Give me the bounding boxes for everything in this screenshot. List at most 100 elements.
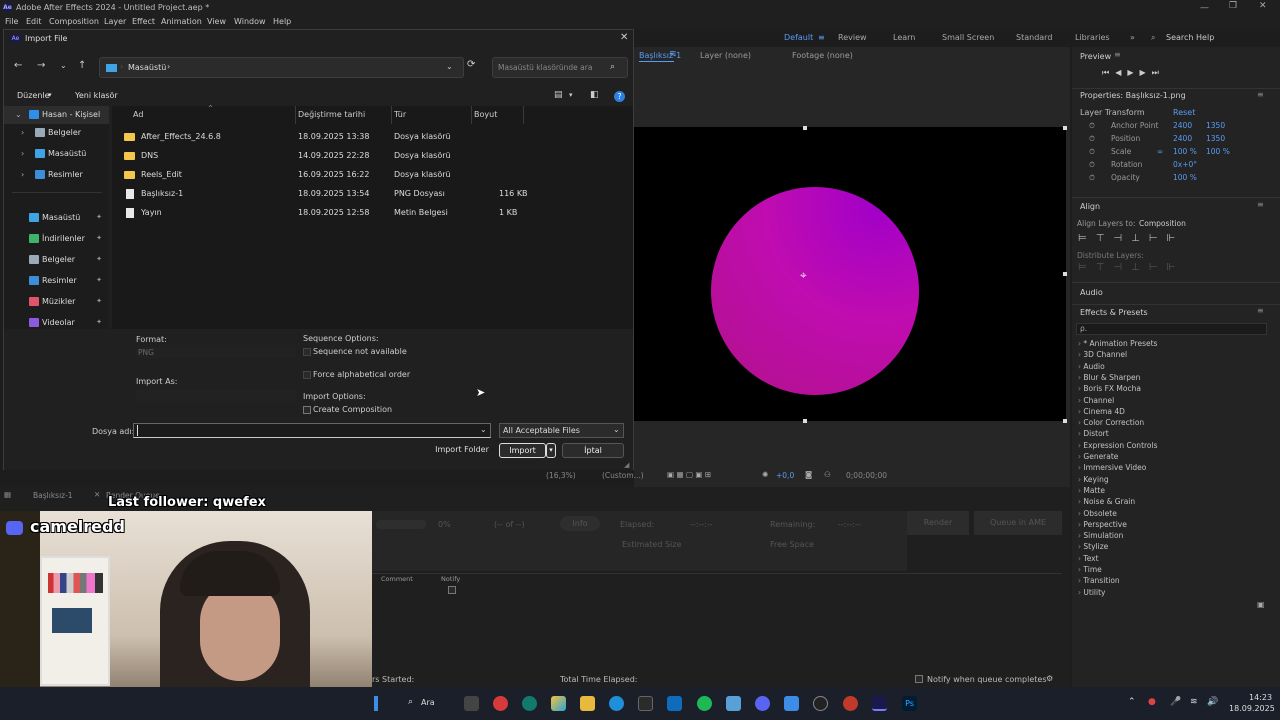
anchor-point-icon[interactable]: ⌖ xyxy=(800,268,807,283)
effect-category[interactable]: Audio xyxy=(1078,362,1104,371)
import-as-select[interactable] xyxy=(136,390,296,401)
expand-chevron-icon[interactable]: › xyxy=(21,170,24,179)
close-window-icon[interactable]: ✕ xyxy=(1259,1,1267,11)
filter-dropdown-icon[interactable]: ⌄ xyxy=(613,425,620,434)
nav-item-8[interactable]: Müzikler ✦ xyxy=(4,293,109,311)
effect-category[interactable]: Text xyxy=(1078,554,1098,563)
column-date[interactable]: Değiştirme tarihi xyxy=(298,110,365,119)
pin-icon[interactable]: ✦ xyxy=(96,234,102,242)
menu-help[interactable]: Help xyxy=(273,17,291,26)
column-size[interactable]: Boyut xyxy=(474,110,497,119)
create-composition-checkbox[interactable] xyxy=(303,406,311,414)
address-path[interactable]: Masaüstü xyxy=(128,63,166,72)
maximize-window-icon[interactable]: ❐ xyxy=(1229,1,1237,11)
pin-icon[interactable]: ✦ xyxy=(96,297,102,305)
effect-category[interactable]: Stylize xyxy=(1078,542,1108,551)
expand-chevron-icon[interactable]: › xyxy=(21,128,24,137)
search-help-icon[interactable]: ⌕ xyxy=(1151,33,1155,43)
queue-in-ame-button[interactable]: Queue in AME xyxy=(974,511,1062,535)
address-dropdown-icon[interactable]: ⌄ xyxy=(446,62,453,71)
file-explorer-icon[interactable] xyxy=(580,696,595,711)
workspace-libraries[interactable]: Libraries xyxy=(1075,33,1110,42)
layer-tab[interactable]: Layer (none) xyxy=(700,51,751,60)
transform-handle[interactable] xyxy=(1063,272,1067,276)
column-type[interactable]: Tür xyxy=(394,110,406,119)
snapshot-icon[interactable]: ◙ xyxy=(805,470,812,479)
pin-icon[interactable]: ✦ xyxy=(96,276,102,284)
import-dropdown-icon[interactable]: ▾ xyxy=(546,443,556,458)
file-row[interactable]: DNS 14.09.2025 22:28 Dosya klasörü xyxy=(124,147,534,165)
timeline-tab[interactable]: Başlıksız-1 xyxy=(33,491,73,500)
volume-icon[interactable]: 🔊 xyxy=(1207,697,1218,707)
opera-icon[interactable] xyxy=(493,696,508,711)
search-icon[interactable]: ⌕ xyxy=(408,697,413,707)
outlook-icon[interactable] xyxy=(667,696,682,711)
nav-item-1[interactable]: › Belgeler xyxy=(4,124,109,142)
expand-chevron-icon[interactable]: ⌄ xyxy=(15,110,22,119)
microphone-icon[interactable]: 🎤 xyxy=(1170,697,1181,707)
organize-dropdown-icon[interactable]: ▾ xyxy=(48,91,52,99)
file-row[interactable]: Yayın 18.09.2025 12:58 Metin Belgesi 1 KB xyxy=(124,204,534,222)
file-row[interactable]: Reels_Edit 16.09.2025 16:22 Dosya klasörü xyxy=(124,166,534,184)
tray-chevron-icon[interactable]: ⌃ xyxy=(1128,697,1136,707)
color-icon[interactable]: ✺ xyxy=(762,470,768,479)
folder-search-input[interactable]: Masaüstü klasöründe ara ⌕ xyxy=(492,57,628,78)
organize-button[interactable]: Düzenle xyxy=(17,91,50,100)
resolution[interactable]: (Custom...) xyxy=(602,471,644,480)
nav-item-3[interactable]: › Resimler xyxy=(4,166,109,184)
close-tab-icon[interactable]: ✕ xyxy=(94,490,100,499)
refresh-icon[interactable]: ⟳ xyxy=(467,59,475,70)
effect-category[interactable]: Generate xyxy=(1078,452,1118,461)
capcut-icon[interactable] xyxy=(813,696,828,711)
new-folder-button[interactable]: Yeni klasör xyxy=(75,91,118,100)
nav-item-9[interactable]: Videolar ✦ xyxy=(4,314,109,329)
path-chevron-icon[interactable]: › xyxy=(167,62,170,71)
timecode[interactable]: 0;00;00;00 xyxy=(846,471,887,480)
discord-taskbar-icon[interactable] xyxy=(755,696,770,711)
after-effects-taskbar-icon[interactable] xyxy=(872,696,887,711)
more-workspaces-icon[interactable]: » xyxy=(1130,33,1135,42)
menu-layer[interactable]: Layer xyxy=(104,17,126,26)
align-buttons-icon[interactable]: ⊨⊤⊣⊥⊢⊩ xyxy=(1078,233,1184,244)
stopwatch-icon[interactable]: ⏱ xyxy=(1089,134,1095,144)
workspace-review[interactable]: Review xyxy=(838,33,867,42)
workspace-menu-icon[interactable]: ≡ xyxy=(818,33,825,42)
reset-button[interactable]: Reset xyxy=(1173,108,1195,117)
effect-category[interactable]: Perspective xyxy=(1078,520,1126,529)
workspace-learn[interactable]: Learn xyxy=(893,33,915,42)
render-button[interactable]: Render xyxy=(907,511,969,535)
zoom-level[interactable]: (16,3%) xyxy=(546,471,576,480)
filename-input[interactable]: ⌄ xyxy=(133,423,491,438)
force-alphabetical-checkbox[interactable] xyxy=(303,371,311,379)
effect-category[interactable]: Noise & Grain xyxy=(1078,497,1135,506)
create-composition-label[interactable]: Create Composition xyxy=(313,405,392,414)
effect-category[interactable]: Keying xyxy=(1078,475,1108,484)
effects-menu-icon[interactable]: ≡ xyxy=(1257,306,1264,315)
menu-window[interactable]: Window xyxy=(234,17,266,26)
effects-search-input[interactable]: ρ. xyxy=(1076,323,1267,335)
workspace-small-screen[interactable]: Small Screen xyxy=(942,33,994,42)
spotify-icon[interactable] xyxy=(697,696,712,711)
nav-item-6[interactable]: Belgeler ✦ xyxy=(4,251,109,269)
effect-category[interactable]: Simulation xyxy=(1078,531,1123,540)
workspace-standard[interactable]: Standard xyxy=(1016,33,1052,42)
effect-category[interactable]: Distort xyxy=(1078,429,1108,438)
cancel-button[interactable]: İptal xyxy=(562,443,624,458)
view-options-icon[interactable]: ▤ xyxy=(554,90,563,100)
composition-viewer[interactable]: ⌖ xyxy=(634,126,1067,423)
pin-icon[interactable]: ✦ xyxy=(96,318,102,326)
wifi-icon[interactable]: ≋ xyxy=(1190,697,1198,707)
workspace-default[interactable]: Default xyxy=(784,33,813,42)
transform-handle[interactable] xyxy=(803,126,807,130)
magenta-circle-layer[interactable] xyxy=(711,187,919,395)
stopwatch-icon[interactable]: ⏱ xyxy=(1089,147,1095,157)
pin-icon[interactable]: ✦ xyxy=(96,255,102,263)
taskbar-search[interactable]: Ara xyxy=(421,698,435,707)
start-button-icon[interactable] xyxy=(374,696,378,711)
properties-menu-icon[interactable]: ≡ xyxy=(1257,90,1264,99)
view-dropdown-icon[interactable]: ▾ xyxy=(569,91,573,99)
distribute-buttons-icon[interactable]: ⊨⊤⊣⊥⊢⊩ xyxy=(1078,262,1184,273)
playback-controls[interactable]: ⏮◀▶▶⏭ xyxy=(1102,68,1165,78)
forward-arrow-icon[interactable]: → xyxy=(37,60,45,71)
align-menu-icon[interactable]: ≡ xyxy=(1257,200,1264,209)
